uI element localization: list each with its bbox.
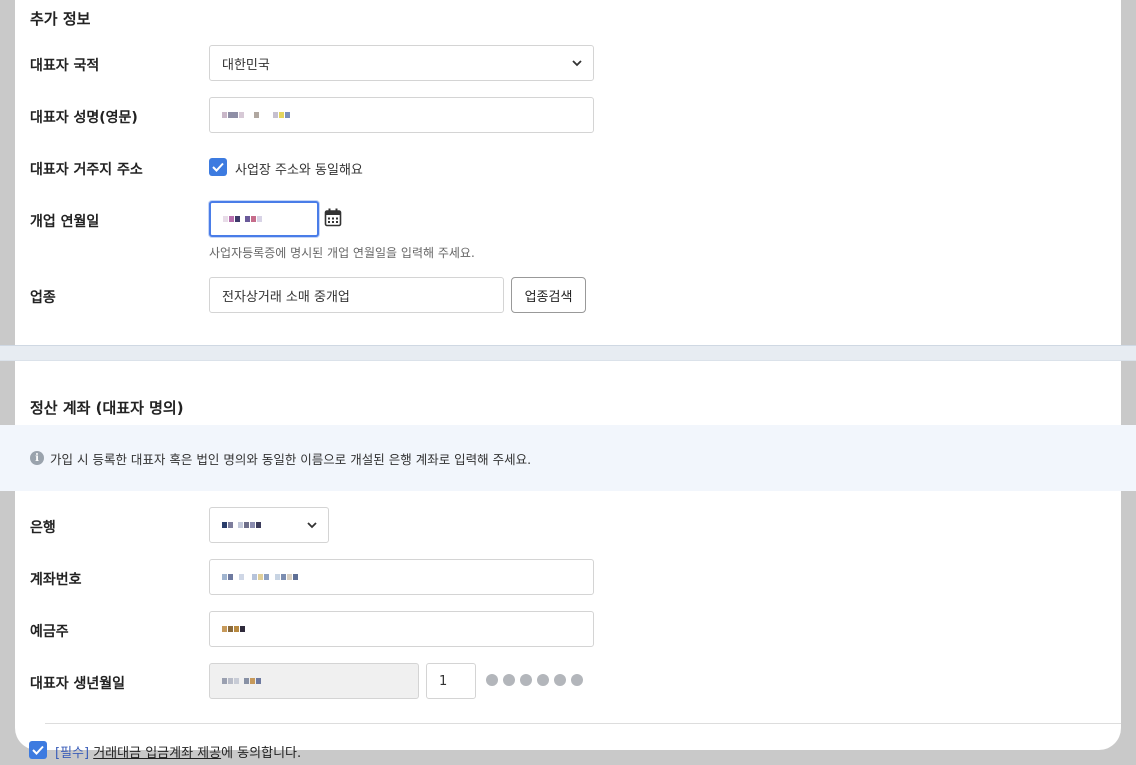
label-english-name: 대표자 성명(영문)	[30, 110, 138, 126]
label-account-number: 계좌번호	[30, 572, 82, 588]
agreement-link[interactable]: 거래대금 입금계좌 제공	[93, 746, 221, 761]
mask-dot	[520, 674, 532, 686]
agreement-checkbox[interactable]	[29, 741, 47, 759]
birth-date-input	[209, 663, 419, 699]
checkmark-icon	[32, 745, 44, 755]
mask-dot	[537, 674, 549, 686]
label-residence: 대표자 거주지 주소	[30, 162, 143, 178]
redacted-account	[222, 574, 298, 580]
masked-digits	[486, 674, 583, 686]
redacted-birth	[222, 678, 261, 684]
gender-digit-input[interactable]: 1	[426, 663, 476, 699]
label-holder: 예금주	[30, 624, 69, 640]
redacted-holder	[222, 626, 245, 632]
same-address-label: 사업장 주소와 동일해요	[235, 163, 363, 178]
same-address-checkbox[interactable]	[209, 158, 227, 176]
divider	[45, 723, 1121, 724]
section-divider-band	[0, 345, 1136, 361]
agreement-suffix: 에 동의합니다.	[221, 746, 302, 761]
calendar-icon[interactable]	[324, 208, 342, 227]
english-name-input[interactable]	[209, 97, 594, 133]
settlement-notice: i 가입 시 등록한 대표자 혹은 법인 명의와 동일한 이름으로 개설된 은행…	[0, 425, 1136, 491]
required-tag: [필수]	[55, 746, 90, 761]
section-title-additional-info: 추가 정보	[30, 10, 91, 28]
label-open-date: 개업 연월일	[30, 214, 100, 230]
chevron-down-icon	[307, 522, 317, 529]
redacted-bank	[222, 522, 261, 528]
business-type-value: 전자상거래 소매 중개업	[222, 289, 350, 305]
business-type-search-button[interactable]: 업종검색	[511, 277, 586, 313]
label-business-type: 업종	[30, 290, 56, 306]
account-number-input[interactable]	[209, 559, 594, 595]
mask-dot	[554, 674, 566, 686]
mask-dot	[571, 674, 583, 686]
open-date-input[interactable]	[209, 201, 319, 237]
form-card: 추가 정보 대표자 국적 대한민국 대표자 성명(영문) 대표자 거주지 주소 …	[15, 0, 1121, 750]
label-nationality: 대표자 국적	[30, 58, 100, 74]
label-birth: 대표자 생년월일	[30, 676, 126, 692]
mask-dot	[503, 674, 515, 686]
nationality-select[interactable]: 대한민국	[209, 45, 594, 81]
redacted-name	[222, 112, 290, 118]
mask-dot	[486, 674, 498, 686]
info-icon: i	[30, 451, 44, 465]
open-date-helper: 사업자등록증에 명시된 개업 연월일을 입력해 주세요.	[209, 246, 475, 260]
bank-select[interactable]	[209, 507, 329, 543]
checkmark-icon	[212, 162, 224, 172]
label-bank: 은행	[30, 520, 56, 536]
section-title-settlement: 정산 계좌 (대표자 명의)	[30, 399, 184, 417]
nationality-value: 대한민국	[222, 57, 270, 73]
agreement-text: [필수] 거래대금 입금계좌 제공에 동의합니다.	[55, 742, 301, 761]
business-type-input[interactable]: 전자상거래 소매 중개업	[209, 277, 504, 313]
redacted-date	[223, 216, 262, 222]
chevron-down-icon	[572, 60, 582, 67]
account-holder-input[interactable]	[209, 611, 594, 647]
gender-digit-value: 1	[439, 673, 448, 689]
settlement-notice-text: 가입 시 등록한 대표자 혹은 법인 명의와 동일한 이름으로 개설된 은행 계…	[50, 451, 532, 467]
